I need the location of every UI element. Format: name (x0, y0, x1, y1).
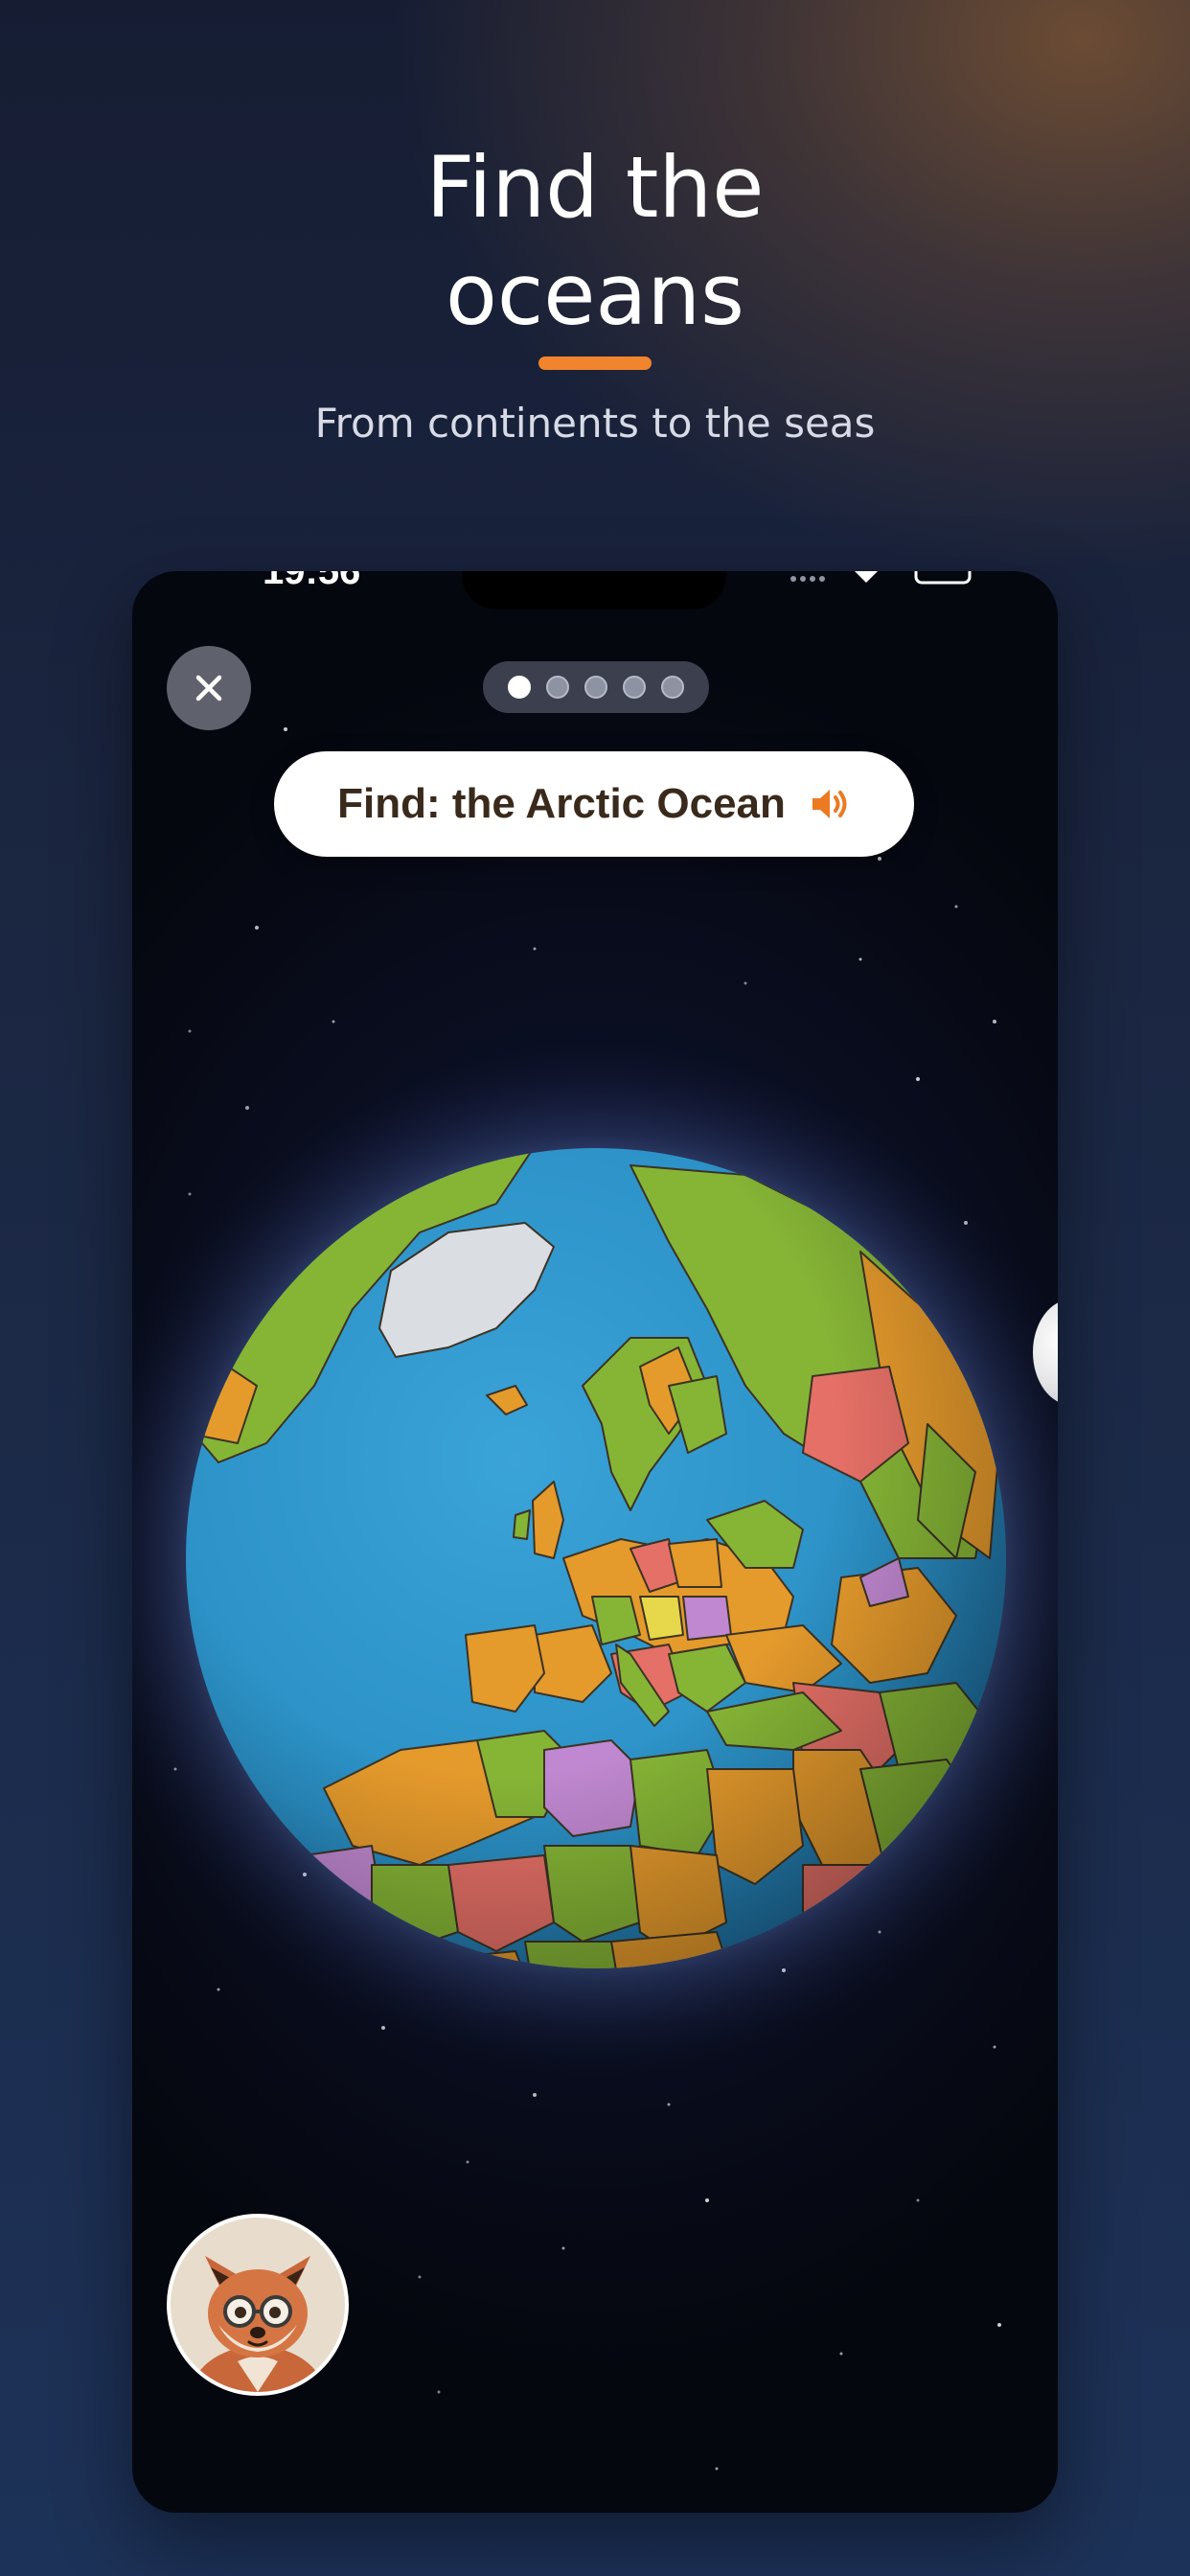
camera-notch (462, 571, 726, 610)
progress-dot-5 (661, 676, 684, 699)
earth-globe[interactable] (132, 1022, 1058, 2124)
close-button[interactable] (167, 646, 251, 730)
promo-headline: Find the oceans (0, 134, 1190, 349)
close-icon (195, 675, 222, 702)
status-time: 19:56 (263, 571, 361, 592)
speaker-icon[interactable] (811, 785, 851, 823)
progress-dot-1 (508, 676, 531, 699)
fox-mascot-avatar[interactable] (167, 2214, 349, 2396)
progress-dots (483, 661, 709, 713)
fox-icon (190, 2256, 326, 2392)
signal-icon (790, 576, 825, 582)
status-icons (790, 571, 972, 585)
wifi-icon (855, 571, 878, 583)
progress-dot-4 (623, 676, 646, 699)
headline-underline (538, 356, 652, 370)
progress-dot-2 (546, 676, 569, 699)
prompt-text: Find: the Arctic Ocean (337, 780, 786, 827)
progress-dot-3 (584, 676, 607, 699)
headline-line-2: oceans (446, 245, 744, 344)
phone-screen: 19:56 Find: the Arctic Ocean (132, 571, 1058, 2513)
headline-line-1: Find the (425, 138, 765, 237)
promo-subtitle: From continents to the seas (314, 400, 876, 447)
question-prompt[interactable]: Find: the Arctic Ocean (274, 751, 914, 857)
battery-icon (914, 571, 972, 585)
